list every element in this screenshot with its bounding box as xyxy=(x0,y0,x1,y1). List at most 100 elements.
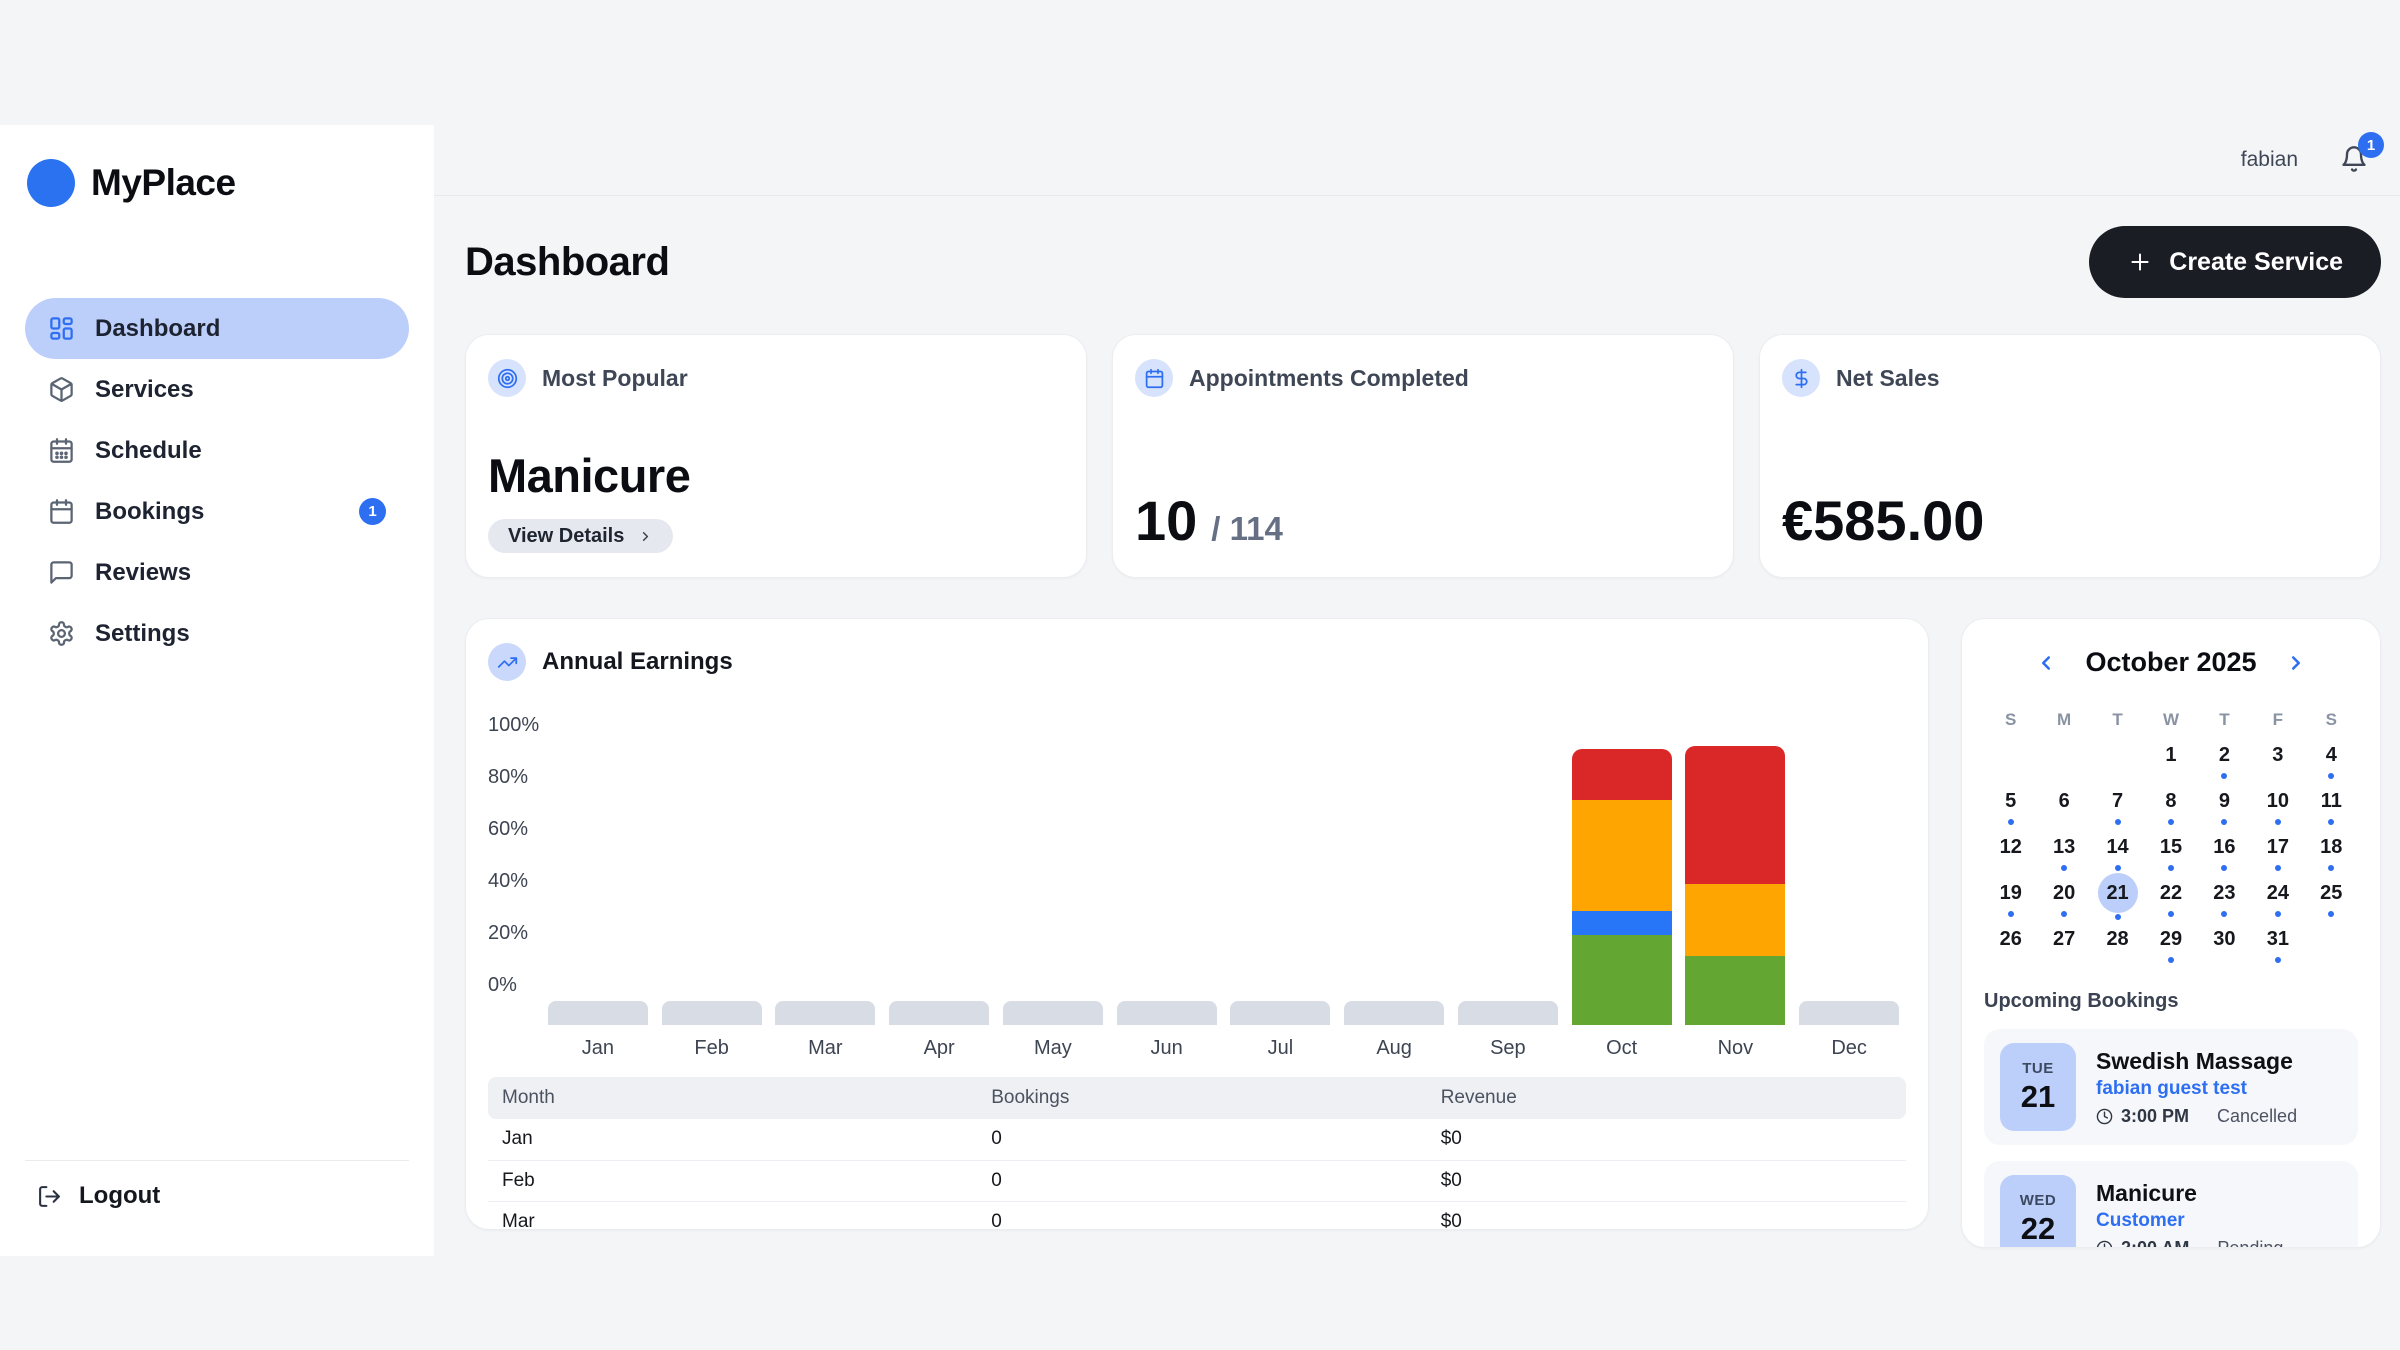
calendar-day-2[interactable]: 2 xyxy=(2198,736,2251,782)
booking-customer-link[interactable]: Customer xyxy=(2096,1210,2283,1232)
table-cell: 0 xyxy=(977,1160,1427,1201)
calendar-day-1[interactable]: 1 xyxy=(2144,736,2197,782)
stacked-bar-nov xyxy=(1685,746,1785,1025)
view-details-button[interactable]: View Details xyxy=(488,519,673,553)
calendar-day-empty xyxy=(2305,920,2358,966)
sidebar-item-reviews[interactable]: Reviews xyxy=(25,542,409,603)
booking-details: Swedish Massagefabian guest test3:00 PMC… xyxy=(2096,1048,2297,1127)
calendar-day-22[interactable]: 22 xyxy=(2144,874,2197,920)
stat-card-appointments: Appointments Completed 10 / 114 xyxy=(1112,334,1734,578)
day-number: 5 xyxy=(1991,784,2031,818)
table-row: Feb0$0 xyxy=(488,1160,1906,1201)
clock-icon xyxy=(2096,1108,2113,1125)
calendar-day-29[interactable]: 29 xyxy=(2144,920,2197,966)
sidebar-item-label: Schedule xyxy=(95,437,202,465)
booking-item[interactable]: TUE21Swedish Massagefabian guest test3:0… xyxy=(1984,1029,2358,1145)
calendar-day-15[interactable]: 15 xyxy=(2144,828,2197,874)
appointments-completed-value: 10 xyxy=(1135,488,1197,553)
stat-label: Net Sales xyxy=(1836,365,1940,392)
package-icon xyxy=(48,376,75,403)
calendar-day-20[interactable]: 20 xyxy=(2037,874,2090,920)
clock-icon xyxy=(2096,1240,2113,1249)
create-service-button[interactable]: Create Service xyxy=(2089,226,2381,298)
sidebar-item-settings[interactable]: Settings xyxy=(25,603,409,664)
calendar-day-5[interactable]: 5 xyxy=(1984,782,2037,828)
calendar-prev-button[interactable] xyxy=(2035,652,2057,674)
calendar-day-26[interactable]: 26 xyxy=(1984,920,2037,966)
calendar-day-12[interactable]: 12 xyxy=(1984,828,2037,874)
sidebar-item-dashboard[interactable]: Dashboard xyxy=(25,298,409,359)
booking-customer-link[interactable]: fabian guest test xyxy=(2096,1078,2297,1100)
calendar-day-24[interactable]: 24 xyxy=(2251,874,2304,920)
day-number: 2 xyxy=(2204,738,2244,772)
table-cell: Jan xyxy=(488,1119,977,1160)
day-number: 31 xyxy=(2258,922,2298,956)
bar-segment-green xyxy=(1572,935,1672,1025)
table-row: Jan0$0 xyxy=(488,1119,1906,1160)
day-number: 1 xyxy=(2151,738,2191,772)
x-axis-label: Apr xyxy=(882,1037,996,1060)
calendar-day-10[interactable]: 10 xyxy=(2251,782,2304,828)
calendar-day-16[interactable]: 16 xyxy=(2198,828,2251,874)
x-axis-label: Nov xyxy=(1679,1037,1793,1060)
booking-date-tile: WED22 xyxy=(2000,1175,2076,1248)
calendar-day-14[interactable]: 14 xyxy=(2091,828,2144,874)
day-number: 22 xyxy=(2151,876,2191,910)
sidebar-item-services[interactable]: Services xyxy=(25,359,409,420)
calendar-day-21[interactable]: 21 xyxy=(2091,874,2144,920)
weekday-label: T xyxy=(2091,710,2144,730)
day-number: 11 xyxy=(2311,784,2351,818)
calendar-next-button[interactable] xyxy=(2285,652,2307,674)
sidebar-item-label: Bookings xyxy=(95,498,204,526)
sidebar-nav: DashboardServices Schedule Bookings1Review… xyxy=(25,298,409,664)
day-number xyxy=(2311,922,2351,956)
calendar-day-23[interactable]: 23 xyxy=(2198,874,2251,920)
calendar-day-27[interactable]: 27 xyxy=(2037,920,2090,966)
calendar-day-6[interactable]: 6 xyxy=(2037,782,2090,828)
booking-details: ManicureCustomer2:00 AMPending xyxy=(2096,1180,2283,1249)
sidebar-item-schedule[interactable]: Schedule xyxy=(25,420,409,481)
day-number: 21 xyxy=(2098,873,2138,913)
day-number: 17 xyxy=(2258,830,2298,864)
empty-bar xyxy=(775,1001,875,1025)
day-number: 20 xyxy=(2044,876,2084,910)
calendar-day-4[interactable]: 4 xyxy=(2305,736,2358,782)
calendar-day-30[interactable]: 30 xyxy=(2198,920,2251,966)
booking-item[interactable]: WED22 ManicureCustomer2:00 AMPending xyxy=(1984,1161,2358,1248)
booking-dot xyxy=(2221,773,2227,779)
empty-bar xyxy=(1344,1001,1444,1025)
trending-up-icon xyxy=(488,643,526,681)
stacked-bar-oct xyxy=(1572,749,1672,1025)
calendar-day-19[interactable]: 19 xyxy=(1984,874,2037,920)
calendar-day-9[interactable]: 9 xyxy=(2198,782,2251,828)
calendar-day-18[interactable]: 18 xyxy=(2305,828,2358,874)
calendar-day-empty xyxy=(2091,736,2144,782)
calendar-day-empty xyxy=(2037,736,2090,782)
calendar-day-17[interactable]: 17 xyxy=(2251,828,2304,874)
calendar-day-28[interactable]: 28 xyxy=(2091,920,2144,966)
logout-button[interactable]: Logout xyxy=(25,1182,409,1210)
bottom-row: Annual Earnings 100%80%60%40%20%0% JanFe… xyxy=(465,618,2381,1248)
calendar-day-8[interactable]: 8 xyxy=(2144,782,2197,828)
calendar-day-31[interactable]: 31 xyxy=(2251,920,2304,966)
calendar-day-11[interactable]: 11 xyxy=(2305,782,2358,828)
calendar-day-3[interactable]: 3 xyxy=(2251,736,2304,782)
bar-slot-jun xyxy=(1110,725,1224,1025)
appointments-total-value: / 114 xyxy=(1211,510,1283,548)
booking-weekday: TUE xyxy=(2022,1060,2054,1077)
booking-dot xyxy=(2221,865,2227,871)
calendar-day-7[interactable]: 7 xyxy=(2091,782,2144,828)
empty-bar xyxy=(1003,1001,1103,1025)
x-axis-label: Dec xyxy=(1792,1037,1906,1060)
calendar-day-25[interactable]: 25 xyxy=(2305,874,2358,920)
weekday-label: S xyxy=(1984,710,2037,730)
sidebar-item-bookings[interactable]: Bookings1 xyxy=(25,481,409,542)
table-row: Mar0$0 xyxy=(488,1201,1906,1230)
booking-dot xyxy=(2275,865,2281,871)
notifications-button[interactable]: 1 xyxy=(2340,145,2370,175)
chart-plot-area xyxy=(541,725,1906,1025)
chat-icon xyxy=(48,559,75,586)
calendar-day-13[interactable]: 13 xyxy=(2037,828,2090,874)
x-axis-label: Mar xyxy=(769,1037,883,1060)
empty-bar xyxy=(889,1001,989,1025)
